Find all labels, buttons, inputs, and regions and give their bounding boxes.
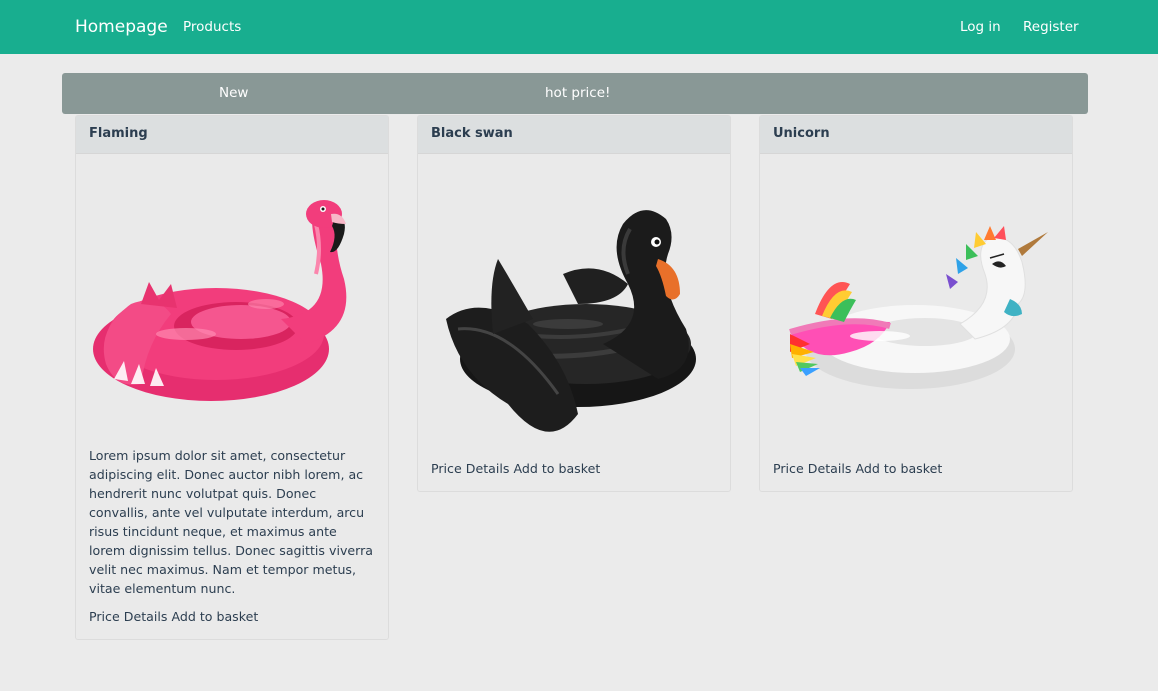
homepage-link[interactable]: Homepage xyxy=(75,16,168,38)
product-description: Lorem ipsum dolor sit amet, consectetur … xyxy=(89,448,373,596)
add-to-basket-link[interactable]: Add to basket xyxy=(171,609,258,624)
login-link[interactable]: Log in xyxy=(960,18,1001,36)
price-label: Price xyxy=(773,461,804,476)
price-label: Price xyxy=(89,609,120,624)
unicorn-float-image[interactable] xyxy=(760,154,1072,446)
add-to-basket-link[interactable]: Add to basket xyxy=(855,461,942,476)
banner-hot-price-text: hot price! xyxy=(545,85,611,101)
add-to-basket-link[interactable]: Add to basket xyxy=(513,461,600,476)
register-link[interactable]: Register xyxy=(1023,18,1079,36)
product-actions: Price Details Add to basket xyxy=(760,446,1072,491)
details-link[interactable]: Details xyxy=(124,609,168,624)
product-card-unicorn: Unicorn Price Details Add to basket xyxy=(759,115,1073,492)
products-link[interactable]: Products xyxy=(183,18,241,36)
navbar: Homepage Products Log in Register xyxy=(0,0,1158,54)
product-title: Black swan xyxy=(418,116,730,154)
price-label: Price xyxy=(431,461,462,476)
details-link[interactable]: Details xyxy=(808,461,852,476)
black-swan-float-image[interactable] xyxy=(418,154,730,446)
product-card-flaming: Flaming Lorem ipsum dolor sit amet, cons… xyxy=(75,115,389,640)
pink-flamingo-float-image[interactable] xyxy=(76,154,388,446)
product-title: Flaming xyxy=(76,116,388,154)
product-card-black-swan: Black swan Price Details Add to basket xyxy=(417,115,731,492)
promo-banner: New hot price! xyxy=(62,73,1088,114)
product-actions: Price Details Add to basket xyxy=(418,446,730,491)
details-link[interactable]: Details xyxy=(466,461,510,476)
product-title: Unicorn xyxy=(760,116,1072,154)
product-actions: Price Details Add to basket xyxy=(76,598,388,639)
banner-new-text: New xyxy=(219,85,249,101)
